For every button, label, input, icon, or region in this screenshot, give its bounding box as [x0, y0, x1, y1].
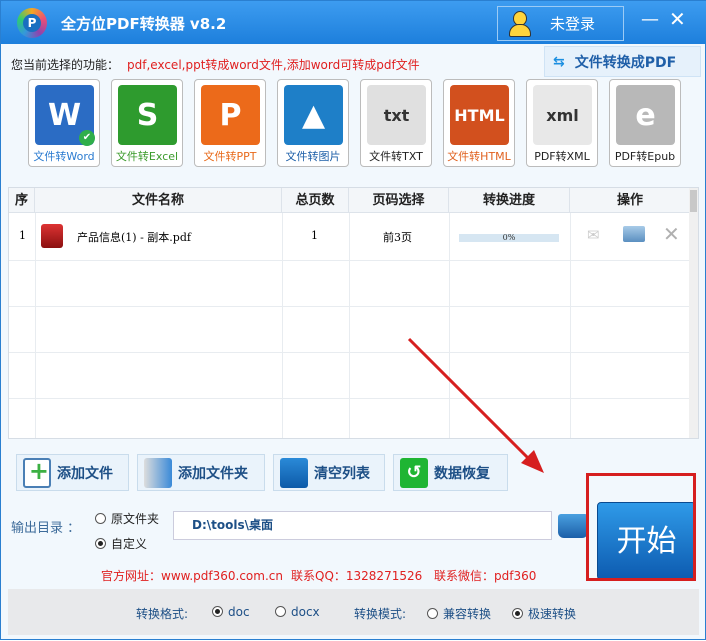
convert-to-pdf-label: 文件转换成PDF — [574, 54, 677, 71]
app-logo-icon: P — [17, 8, 47, 38]
app-title: 全方位PDF转换器 v8.2 — [61, 15, 227, 33]
add-file-button[interactable]: + 添加文件 — [16, 454, 129, 491]
function-value: pdf,excel,ppt转成word文件,添加word可转成pdf文件 — [127, 58, 420, 72]
add-file-label: 添加文件 — [57, 465, 113, 482]
tile-label: 文件转Excel — [115, 150, 179, 163]
close-button[interactable]: ✕ — [669, 7, 686, 31]
app-window: P 全方位PDF转换器 v8.2 未登录 — ✕ 您当前选择的功能： pdf,e… — [0, 0, 706, 640]
highlight-box — [586, 473, 696, 581]
row-progress-bar: 0% — [459, 234, 559, 242]
tile-label: PDF转XML — [534, 150, 590, 163]
output-path-input[interactable]: D:\tools\桌面 — [173, 511, 552, 540]
function-label: 您当前选择的功能： — [11, 58, 120, 72]
table-row[interactable]: 1 产品信息(1) - 副本.pdf 1 前3页 0% ✉ ✕ — [9, 214, 690, 260]
tile-2[interactable]: P 文件转PPT — [194, 79, 266, 167]
recovery-clock-icon: ↺ — [400, 457, 428, 488]
pdf-file-icon — [41, 224, 63, 248]
table-scrollbar[interactable] — [689, 188, 698, 438]
radio-mode-fast[interactable]: 极速转换 — [512, 605, 576, 622]
recycle-bin-icon — [280, 457, 308, 488]
contact-wechat: 联系微信：pdf360 — [434, 569, 537, 583]
tile-label: 文件转Word — [33, 150, 95, 163]
output-dir-label: 输出目录 ： — [11, 521, 81, 536]
col-index: 序 — [9, 188, 35, 212]
tile-5[interactable]: HTML 文件转HTML — [443, 79, 515, 167]
tile-0[interactable]: W 文件转Word ✔ — [28, 79, 100, 167]
tile-6[interactable]: xml PDF转XML — [526, 79, 598, 167]
tile-7[interactable]: e PDF转Epub — [609, 79, 681, 167]
data-recovery-label: 数据恢复 — [434, 465, 490, 482]
mode-label: 转换模式: — [354, 607, 407, 621]
tile-label: 文件转图片 — [285, 150, 341, 163]
tile-icon: txt — [367, 85, 426, 145]
format-doc-label: doc — [228, 605, 250, 619]
conversion-tiles: W 文件转Word ✔ S 文件转Excel P 文件转PPT ▲ 文件转图片 txt 文件转TXT… — [28, 79, 681, 167]
tile-label: 文件转HTML — [447, 150, 511, 163]
add-folder-label: 添加文件夹 — [178, 465, 248, 482]
tile-1[interactable]: S 文件转Excel — [111, 79, 183, 167]
col-pages: 总页数 — [282, 188, 349, 212]
row-page-select[interactable]: 前3页 — [383, 229, 412, 245]
add-file-icon: + — [23, 457, 51, 488]
tile-icon: xml — [533, 85, 592, 145]
tile-icon: ▲ — [284, 85, 343, 145]
radio-original-folder[interactable]: 原文件夹 — [95, 510, 159, 527]
tile-3[interactable]: ▲ 文件转图片 — [277, 79, 349, 167]
original-folder-label: 原文件夹 — [111, 512, 160, 526]
add-folder-button[interactable]: 添加文件夹 — [137, 454, 265, 491]
radio-custom-folder[interactable]: 自定义 — [95, 535, 147, 552]
tile-icon: e — [616, 85, 675, 145]
selected-check-icon: ✔ — [79, 130, 95, 146]
tile-4[interactable]: txt 文件转TXT — [360, 79, 432, 167]
convert-to-pdf-button[interactable]: ⇆ 文件转换成PDF — [544, 46, 701, 77]
tile-icon: P — [201, 85, 260, 145]
clear-list-button[interactable]: 清空列表 — [273, 454, 385, 491]
col-page-select: 页码选择 — [349, 188, 449, 212]
swap-arrows-icon: ⇆ — [553, 53, 565, 70]
tile-label: PDF转Epub — [614, 150, 676, 163]
delete-row-icon[interactable]: ✕ — [663, 222, 680, 246]
mode-compat-label: 兼容转换 — [443, 607, 492, 621]
user-icon — [508, 10, 531, 37]
tile-label: 文件转TXT — [369, 150, 423, 163]
row-pages: 1 — [311, 229, 318, 242]
contact-qq: 联系QQ：1328271526 — [291, 569, 423, 583]
radio-mode-compat[interactable]: 兼容转换 — [427, 605, 491, 622]
title-bar: P 全方位PDF转换器 v8.2 未登录 — ✕ — [1, 1, 706, 44]
col-name: 文件名称 — [35, 188, 282, 212]
tile-icon: HTML — [450, 85, 509, 145]
col-actions: 操作 — [616, 193, 643, 208]
file-table: 序 文件名称 总页数 页码选择 转换进度 操作 1 产品信息(1) - 副本.p… — [8, 187, 699, 439]
clear-list-label: 清空列表 — [314, 465, 370, 482]
open-folder-icon[interactable] — [623, 226, 645, 242]
add-folder-icon — [144, 457, 172, 488]
tile-label: 文件转PPT — [203, 150, 257, 163]
row-index: 1 — [19, 229, 26, 242]
logo-letter: P — [23, 14, 41, 32]
browse-folder-icon[interactable] — [558, 514, 588, 538]
radio-format-doc[interactable]: doc — [212, 605, 250, 619]
custom-folder-label: 自定义 — [111, 537, 148, 551]
format-docx-label: docx — [291, 605, 320, 619]
data-recovery-button[interactable]: ↺ 数据恢复 — [393, 454, 508, 491]
tile-icon: S — [118, 85, 177, 145]
row-file-name: 产品信息(1) - 副本.pdf — [77, 231, 191, 244]
radio-format-docx[interactable]: docx — [275, 605, 320, 619]
contact-website: 官方网址：www.pdf360.com.cn — [101, 569, 283, 583]
format-label: 转换格式: — [136, 607, 189, 621]
open-file-icon[interactable]: ✉ — [587, 226, 600, 244]
col-progress: 转换进度 — [449, 188, 570, 212]
login-button[interactable]: 未登录 — [497, 6, 624, 41]
settings-bar: 转换格式: doc docx 转换模式: 兼容转换 极速转换 — [8, 589, 699, 635]
login-label: 未登录 — [550, 15, 596, 33]
minimize-button[interactable]: — — [641, 9, 659, 30]
table-header: 序 文件名称 总页数 页码选择 转换进度 操作 — [9, 188, 690, 213]
mode-fast-label: 极速转换 — [528, 607, 577, 621]
